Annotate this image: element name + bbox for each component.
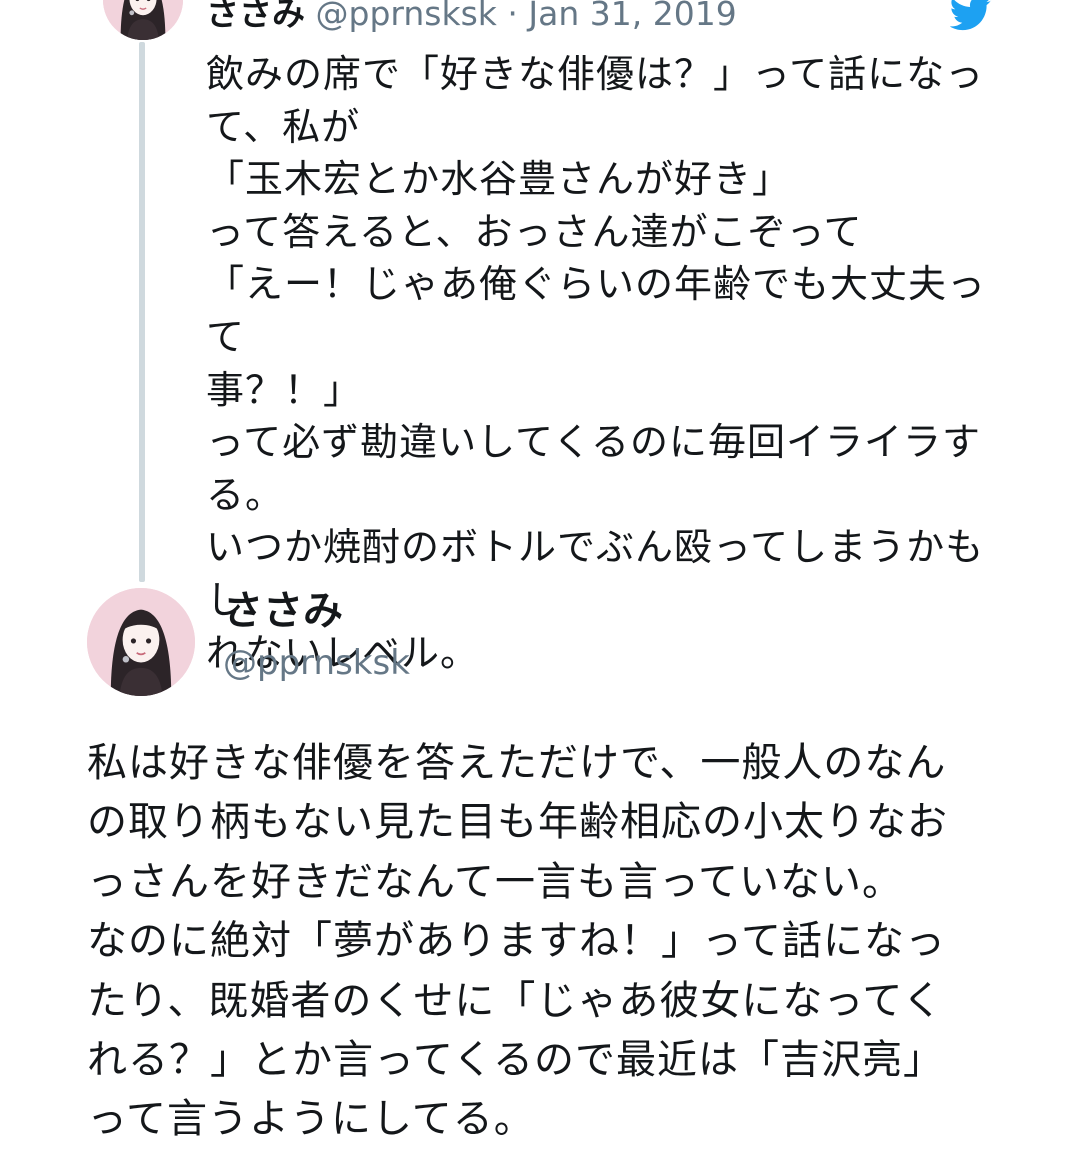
reply-display-name[interactable]: ささみ	[206, 0, 305, 33]
main-author-avatar[interactable]	[87, 588, 195, 696]
avatar-image	[103, 0, 183, 40]
reply-date[interactable]: Jan 31, 2019	[528, 0, 736, 33]
main-display-name[interactable]: ささみ	[223, 586, 343, 636]
thread-connector-line	[139, 42, 145, 582]
reply-tweet-text: 飲みの席で「好きな俳優は？」って話になっ て、私が 「玉木宏とか水谷豊さんが好き…	[206, 52, 987, 675]
twitter-bird-icon[interactable]	[950, 0, 992, 32]
reply-tweet-header: ささみ @pprnsksk · Jan 31, 2019	[206, 0, 737, 34]
avatar-image	[87, 588, 195, 696]
header-separator: ·	[496, 0, 529, 33]
reply-handle[interactable]: @pprnsksk	[316, 0, 497, 33]
main-handle[interactable]: @pprnsksk	[223, 641, 410, 685]
reply-author-avatar[interactable]	[103, 0, 183, 40]
main-tweet-text: 私は好きな俳優を答えただけで、一般人のなん の取り柄もない見た目も年齢相応の小太…	[87, 740, 948, 1143]
